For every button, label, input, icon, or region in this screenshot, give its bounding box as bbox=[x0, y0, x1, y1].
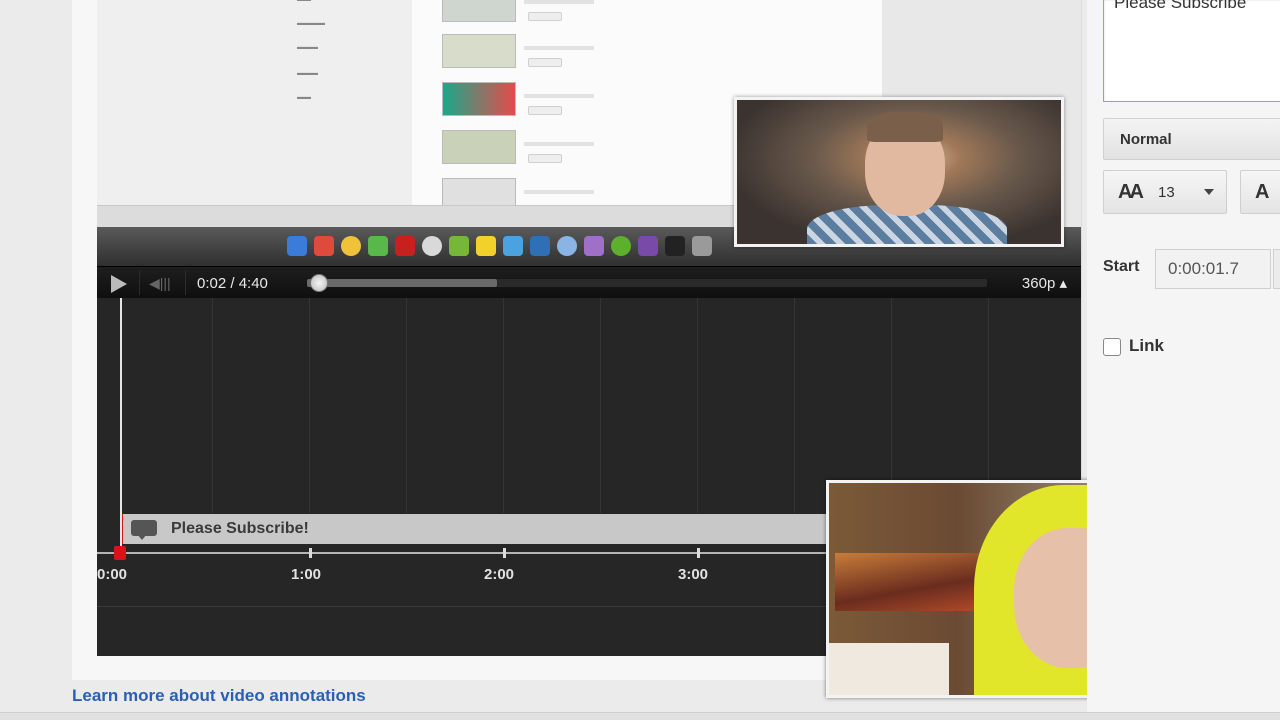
timeline-gridline bbox=[600, 298, 601, 513]
seek-bar[interactable] bbox=[307, 274, 987, 292]
recorded-nav-line: ▬▬ bbox=[297, 0, 311, 3]
timeline-tick bbox=[503, 548, 506, 558]
style-select-value: Normal bbox=[1120, 131, 1172, 148]
dock-app-icon bbox=[611, 236, 631, 256]
video-thumbnail bbox=[442, 130, 516, 164]
recorded-video-row bbox=[442, 34, 882, 74]
timeline-tick bbox=[697, 548, 700, 558]
timeline-tick-label: 1:00 bbox=[291, 566, 322, 583]
recorded-nav-line: ▬▬▬ bbox=[297, 70, 318, 77]
annotation-text-input[interactable]: Please Subscribe bbox=[1103, 0, 1280, 102]
edit-button bbox=[528, 106, 562, 115]
seek-handle[interactable] bbox=[310, 274, 328, 292]
control-separator bbox=[185, 271, 186, 295]
window-bottom-edge bbox=[0, 712, 1280, 720]
font-size-icon: AA bbox=[1118, 181, 1144, 203]
video-thumbnail bbox=[442, 0, 516, 22]
dock-app-icon bbox=[692, 236, 712, 256]
dock-app-icon bbox=[287, 236, 307, 256]
recorded-downloads-bar bbox=[97, 205, 777, 227]
wall-painting bbox=[835, 553, 985, 611]
seek-loaded bbox=[307, 279, 497, 287]
recorded-video-row bbox=[442, 0, 882, 28]
dock-app-icon bbox=[368, 236, 388, 256]
text-color-icon: A bbox=[1255, 181, 1270, 203]
video-meta bbox=[524, 46, 594, 50]
dock-app-icon bbox=[395, 236, 415, 256]
start-label: Start bbox=[1103, 258, 1140, 275]
playhead-handle[interactable] bbox=[114, 546, 126, 560]
chevron-down-icon bbox=[1204, 189, 1214, 195]
video-thumbnail bbox=[442, 34, 516, 68]
video-meta bbox=[524, 94, 594, 98]
annotation-editor-panel: Please Subscribe Normal AA 13 A Start 0:… bbox=[1087, 0, 1280, 720]
annotation-bar[interactable]: Please Subscribe! bbox=[120, 514, 830, 544]
timeline-gridline bbox=[697, 298, 698, 513]
video-meta bbox=[524, 142, 594, 146]
start-time-input[interactable]: 0:00:01.7 bbox=[1155, 249, 1271, 289]
timeline-tick-label: 0:00 bbox=[97, 566, 128, 583]
dock-app-icon bbox=[584, 236, 604, 256]
webcam-overlay-top bbox=[734, 97, 1064, 247]
play-icon[interactable] bbox=[111, 275, 127, 293]
recorded-sidebar: ▬▬ ▬▬▬▬ ▬▬▬ ▬▬▬ ▬▬ bbox=[97, 0, 412, 205]
learn-more-link[interactable]: Learn more about video annotations bbox=[72, 686, 366, 706]
video-meta bbox=[524, 0, 594, 4]
bed-sheet bbox=[829, 643, 949, 695]
annotation-style-select[interactable]: Normal bbox=[1103, 118, 1280, 160]
font-size-value: 13 bbox=[1158, 184, 1175, 201]
quality-label: 360p bbox=[1021, 275, 1056, 292]
dock-app-icon bbox=[422, 236, 442, 256]
dock-app-icon bbox=[638, 236, 658, 256]
annotation-bar-label: Please Subscribe! bbox=[171, 520, 309, 537]
dock-app-icon bbox=[449, 236, 469, 256]
person-hair bbox=[867, 112, 943, 142]
quality-button[interactable]: 360p ▴ bbox=[1022, 274, 1067, 292]
link-checkbox[interactable] bbox=[1103, 338, 1121, 356]
dock-app-icon bbox=[530, 236, 550, 256]
font-size-select[interactable]: AA 13 bbox=[1103, 170, 1227, 214]
recorded-nav-line: ▬▬▬ bbox=[297, 44, 318, 51]
edit-button bbox=[528, 12, 562, 21]
time-display: 0:02 / 4:40 bbox=[197, 275, 268, 292]
timeline-tick-label: 2:00 bbox=[484, 566, 515, 583]
timeline-gridline bbox=[794, 298, 795, 513]
start-time-stepper[interactable] bbox=[1273, 249, 1280, 289]
dock-app-icon bbox=[341, 236, 361, 256]
timeline-gridline bbox=[309, 298, 310, 513]
speech-bubble-icon bbox=[131, 520, 157, 540]
timeline-tick bbox=[309, 548, 312, 558]
dock-app-icon bbox=[557, 236, 577, 256]
volume-icon[interactable]: ◀||| bbox=[149, 275, 179, 291]
edit-button bbox=[528, 154, 562, 163]
recorded-nav-line: ▬▬▬▬ bbox=[297, 20, 325, 27]
recorded-nav-line: ▬▬ bbox=[297, 94, 311, 101]
timeline-playhead[interactable] bbox=[120, 298, 122, 558]
link-label[interactable]: Link bbox=[1129, 336, 1164, 356]
dock-app-icon bbox=[314, 236, 334, 256]
player-controls: ◀||| 0:02 / 4:40 360p ▴ bbox=[97, 266, 1081, 298]
text-color-select[interactable]: A bbox=[1240, 170, 1280, 214]
timeline-tick-label: 3:00 bbox=[678, 566, 709, 583]
dock-app-icon bbox=[665, 236, 685, 256]
timeline-gridline bbox=[503, 298, 504, 513]
dock-app-icon bbox=[503, 236, 523, 256]
video-meta bbox=[524, 190, 594, 194]
edit-button bbox=[528, 58, 562, 67]
control-separator bbox=[139, 271, 140, 295]
timeline-gridline bbox=[406, 298, 407, 513]
timeline-gridline bbox=[212, 298, 213, 513]
dock-app-icon bbox=[476, 236, 496, 256]
video-thumbnail bbox=[442, 82, 516, 116]
